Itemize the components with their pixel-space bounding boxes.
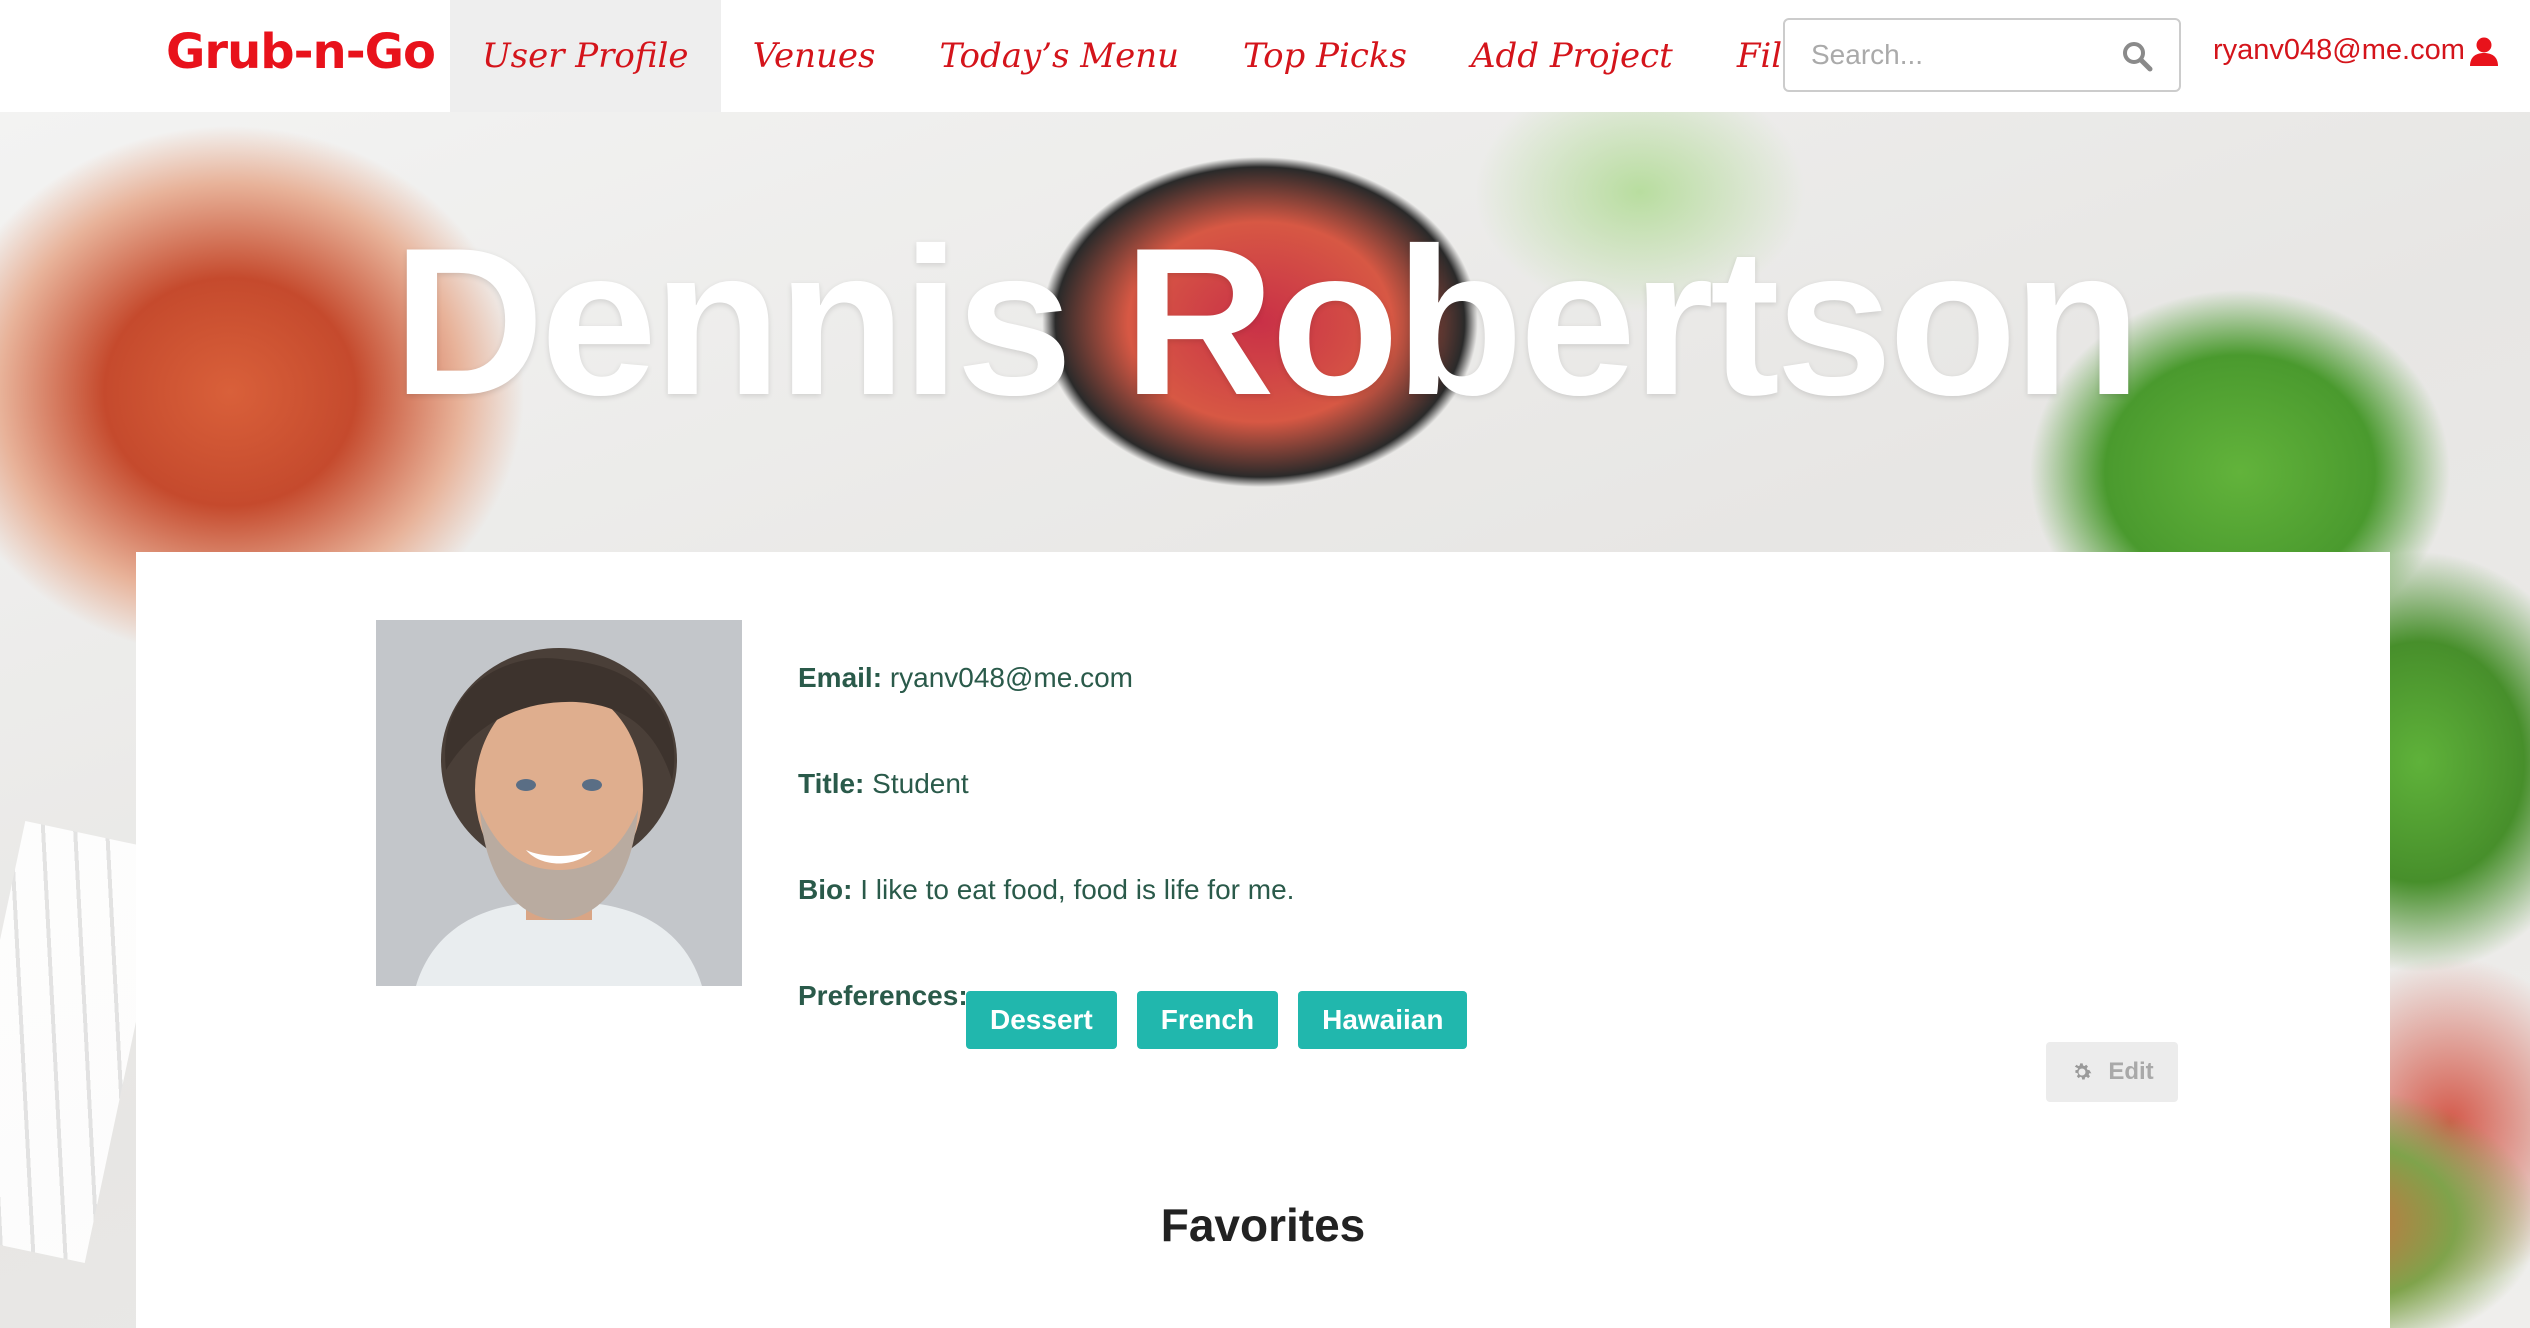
user-email[interactable]: ryanv048@me.com (2213, 34, 2465, 67)
nav-item-todays-menu[interactable]: Today’s Menu (907, 0, 1211, 112)
title-value: Student (872, 768, 969, 799)
title-row: Title: Student (798, 768, 969, 800)
email-label: Email: (798, 662, 883, 693)
nav-item-top-picks[interactable]: Top Picks (1211, 0, 1439, 112)
brand-logo[interactable]: Grub-n-Go (166, 24, 436, 80)
preferences-label: Preferences: (798, 980, 968, 1011)
email-row: Email: ryanv048@me.com (798, 662, 1133, 694)
preference-tag-french[interactable]: French (1136, 991, 1279, 1049)
nav-item-add-project[interactable]: Add Project (1439, 0, 1705, 112)
profile-name-heading: Dennis Robertson (392, 204, 2141, 439)
preferences-row: Preferences: (798, 980, 968, 1012)
avatar (376, 620, 742, 986)
user-icon[interactable] (2469, 36, 2499, 66)
preference-tags: Dessert French Hawaiian (966, 991, 1468, 1049)
profile-card: Email: ryanv048@me.com Title: Student Bi… (136, 552, 2390, 1328)
search-icon[interactable] (2121, 40, 2153, 72)
preference-tag-dessert[interactable]: Dessert (966, 991, 1117, 1049)
edit-button-label: Edit (2108, 1058, 2154, 1085)
gear-icon (2075, 1063, 2092, 1080)
user-menu[interactable]: ryanv048@me.com (2213, 34, 2499, 67)
title-label: Title: (798, 768, 865, 799)
search-box (1783, 18, 2181, 92)
avatar-photo (376, 620, 742, 986)
bio-label: Bio: (798, 874, 853, 905)
search-input[interactable] (1785, 38, 2113, 72)
favorites-heading: Favorites (1160, 1199, 1366, 1251)
bio-row: Bio: I like to eat food, food is life fo… (798, 874, 1294, 906)
bio-value: I like to eat food, food is life for me. (860, 874, 1295, 905)
email-value: ryanv048@me.com (889, 662, 1133, 693)
edit-button[interactable]: Edit (2046, 1042, 2178, 1102)
navbar: Grub-n-Go User Profile Venues Today’s Me… (0, 0, 2530, 112)
preference-tag-hawaiian[interactable]: Hawaiian (1298, 991, 1468, 1049)
nav-item-venues[interactable]: Venues (721, 0, 908, 112)
nav-item-user-profile[interactable]: User Profile (450, 0, 721, 112)
hero-banner: Dennis Robertson Email: ryanv048@me.com … (0, 112, 2530, 1328)
